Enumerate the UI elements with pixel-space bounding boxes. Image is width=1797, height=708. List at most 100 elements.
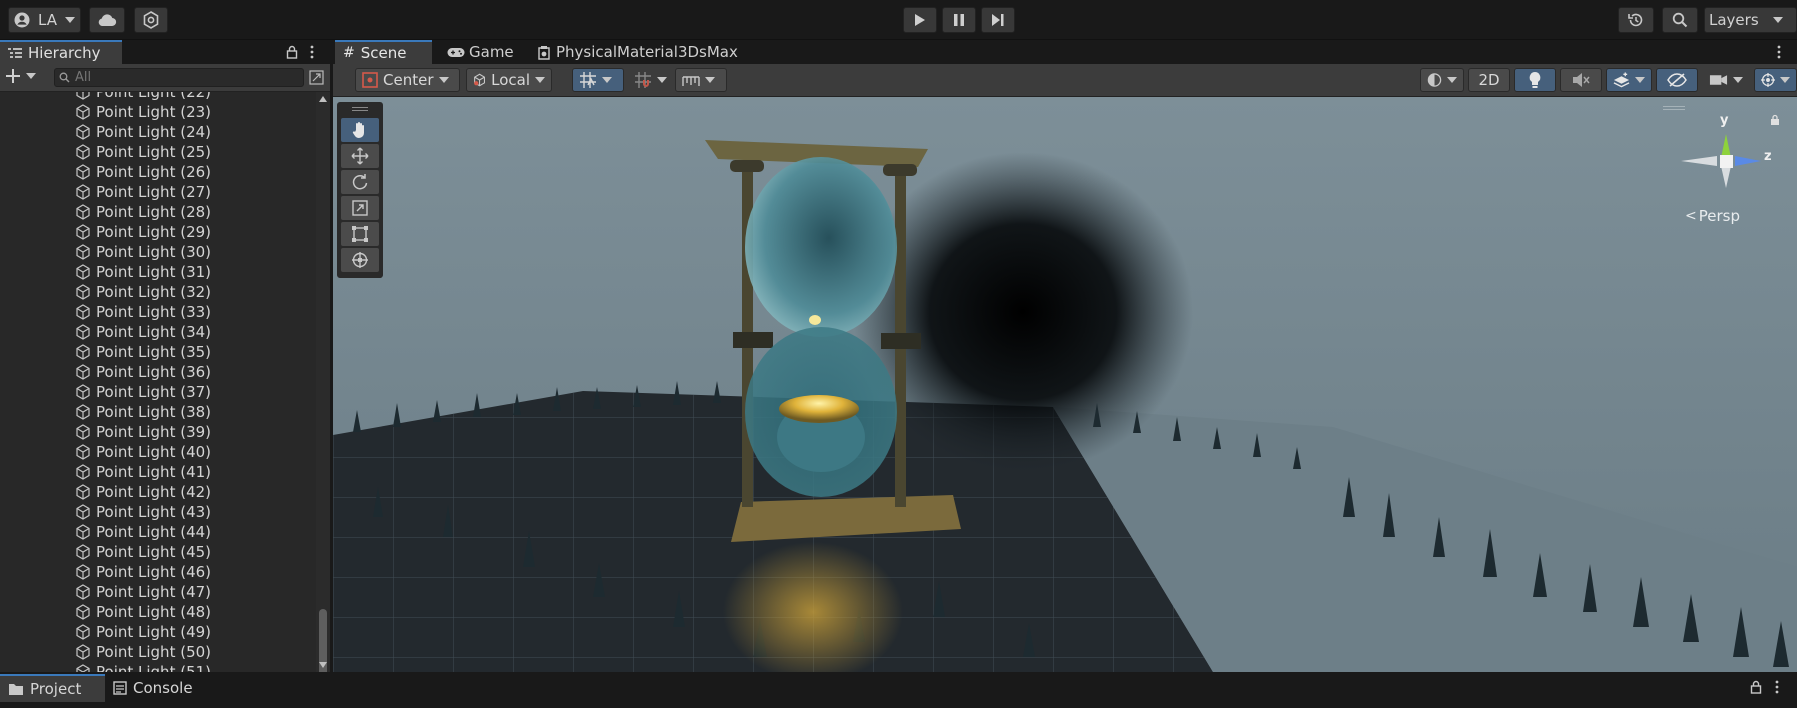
hierarchy-item[interactable]: Point Light (37) [75, 382, 211, 402]
draw-mode-dropdown[interactable] [1420, 68, 1464, 92]
move-tool[interactable] [341, 144, 379, 168]
hierarchy-item[interactable]: Point Light (41) [75, 462, 211, 482]
hierarchy-item-label: Point Light (49) [96, 623, 212, 641]
rotate-tool[interactable] [341, 170, 379, 194]
drag-handle[interactable] [352, 107, 368, 111]
tab-scene[interactable]: # Scene [335, 40, 432, 64]
rect-tool[interactable] [341, 222, 379, 246]
drag-handle[interactable] [1663, 106, 1685, 110]
hierarchy-item-label: Point Light (42) [96, 483, 212, 501]
create-dropdown[interactable] [6, 69, 36, 83]
hierarchy-item[interactable]: Point Light (51) [75, 662, 211, 672]
hierarchy-item[interactable]: Point Light (26) [75, 162, 211, 182]
hierarchy-item[interactable]: Point Light (27) [75, 182, 211, 202]
2d-mode-label: 2D [1478, 71, 1500, 89]
camera-settings-dropdown[interactable] [1702, 68, 1750, 92]
hierarchy-item[interactable]: Point Light (45) [75, 542, 211, 562]
pause-button[interactable] [942, 7, 976, 33]
hierarchy-item[interactable]: Point Light (24) [75, 122, 211, 142]
effects-dropdown[interactable] [1606, 68, 1652, 92]
audio-toggle[interactable] [1560, 68, 1602, 92]
tab-material[interactable]: PhysicalMaterial3DsMax [530, 40, 746, 64]
pivot-mode-dropdown[interactable]: Center [355, 68, 460, 92]
rotate-icon [352, 174, 368, 190]
hierarchy-item[interactable]: Point Light (23) [75, 102, 211, 122]
gameobject-icon [76, 544, 90, 560]
history-icon [1628, 13, 1643, 27]
hierarchy-item[interactable]: Point Light (28) [75, 202, 211, 222]
step-button[interactable] [981, 7, 1015, 33]
lock-icon[interactable] [286, 45, 298, 59]
kebab-menu-icon[interactable] [1776, 45, 1782, 59]
lock-icon[interactable] [1770, 114, 1780, 126]
gameobject-icon [76, 604, 90, 620]
effects-icon [1613, 72, 1630, 88]
gizmos-dropdown[interactable] [1754, 68, 1797, 92]
tool-palette [337, 102, 383, 278]
hierarchy-item[interactable]: Point Light (32) [75, 282, 211, 302]
hierarchy-item[interactable]: Point Light (39) [75, 422, 211, 442]
tab-hierarchy[interactable]: Hierarchy [0, 40, 122, 64]
services-button[interactable] [134, 7, 168, 33]
search-icon [1672, 12, 1688, 28]
hierarchy-item[interactable]: Point Light (46) [75, 562, 211, 582]
layers-dropdown[interactable]: Layers [1704, 7, 1797, 33]
scroll-up-icon[interactable] [319, 96, 327, 102]
scene-visibility-toggle[interactable] [1656, 68, 1698, 92]
hierarchy-item[interactable]: Point Light (43) [75, 502, 211, 522]
chevron-down-icon [64, 17, 75, 23]
scene-viewport[interactable]: y z < Persp [333, 97, 1797, 672]
hierarchy-item[interactable]: Point Light (35) [75, 342, 211, 362]
search-button[interactable] [1662, 7, 1698, 33]
hierarchy-item[interactable]: Point Light (36) [75, 362, 211, 382]
hierarchy-item[interactable]: Point Light (30) [75, 242, 211, 262]
kebab-menu-icon[interactable] [309, 45, 315, 59]
orientation-gizmo[interactable]: y z < Persp [1663, 102, 1783, 232]
layers-label: Layers [1709, 11, 1759, 29]
scrollbar-thumb[interactable] [319, 609, 327, 679]
move-icon [351, 147, 369, 165]
hierarchy-item[interactable]: Point Light (49) [75, 622, 211, 642]
tab-game[interactable]: Game [439, 40, 522, 64]
space-mode-dropdown[interactable]: Local [466, 68, 552, 92]
scene-visibility-icon[interactable] [309, 70, 324, 85]
hierarchy-item[interactable]: Point Light (42) [75, 482, 211, 502]
hierarchy-item[interactable]: Point Light (29) [75, 222, 211, 242]
cloud-button[interactable] [89, 7, 125, 33]
hierarchy-scrollbar[interactable] [316, 92, 330, 679]
2d-mode-toggle[interactable]: 2D [1468, 68, 1510, 92]
scroll-down-icon[interactable] [319, 662, 327, 668]
scale-tool[interactable] [341, 196, 379, 220]
hierarchy-item[interactable]: Point Light (25) [75, 142, 211, 162]
hierarchy-item[interactable]: Point Light (33) [75, 302, 211, 322]
incremental-snap-dropdown[interactable] [675, 68, 727, 92]
lighting-toggle[interactable] [1514, 68, 1556, 92]
snap-increment-toggle[interactable] [627, 68, 677, 92]
gizmo-icon [1761, 73, 1775, 87]
lock-icon[interactable] [1750, 680, 1762, 694]
kebab-menu-icon[interactable] [1774, 680, 1780, 694]
hierarchy-item[interactable]: Point Light (22) [75, 92, 211, 102]
transform-tool[interactable] [341, 248, 379, 272]
hierarchy-item[interactable]: Point Light (34) [75, 322, 211, 342]
hierarchy-item[interactable]: Point Light (47) [75, 582, 211, 602]
hierarchy-item-label: Point Light (33) [96, 303, 212, 321]
grid-snap-toggle[interactable] [572, 68, 624, 92]
hierarchy-item[interactable]: Point Light (44) [75, 522, 211, 542]
hierarchy-item[interactable]: Point Light (50) [75, 642, 211, 662]
projection-toggle[interactable]: < Persp [1685, 207, 1740, 225]
hierarchy-item[interactable]: Point Light (48) [75, 602, 211, 622]
play-button[interactable] [903, 7, 937, 33]
account-dropdown[interactable]: LA [8, 7, 81, 33]
tab-project[interactable]: Project [0, 674, 105, 702]
hand-tool[interactable] [341, 118, 379, 142]
undo-history-button[interactable] [1618, 7, 1654, 33]
pause-icon [954, 14, 964, 26]
hierarchy-item[interactable]: Point Light (38) [75, 402, 211, 422]
chevron-down-icon [1447, 77, 1457, 83]
hierarchy-item[interactable]: Point Light (31) [75, 262, 211, 282]
tab-console[interactable]: Console [105, 674, 201, 702]
hierarchy-search-input[interactable] [54, 68, 304, 87]
hierarchy-item[interactable]: Point Light (40) [75, 442, 211, 462]
hierarchy-item-label: Point Light (22) [96, 92, 212, 101]
